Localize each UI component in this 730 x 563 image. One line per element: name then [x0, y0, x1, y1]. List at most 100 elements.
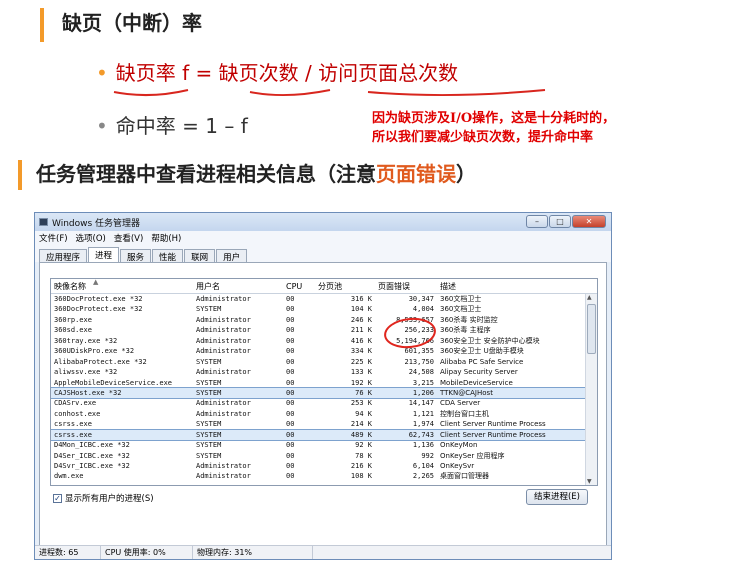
status-cpu-usage: CPU 使用率: 0%: [101, 546, 193, 559]
heading2-accent-bar: [18, 160, 22, 190]
formula-hit-rate: 命中率 = 1 – f: [115, 114, 248, 138]
cell-description: 桌面窗口管理器: [440, 472, 489, 481]
cell-image-name: 360DocProtect.exe *32: [54, 305, 143, 314]
cell-page-faults: 992: [421, 451, 434, 460]
table-row[interactable]: AlibabaProtect.exe *32 SYSTEM 00 225 K 213,7…: [51, 357, 597, 367]
menu-help[interactable]: 帮助(H): [151, 232, 181, 244]
cell-user-name: SYSTEM: [196, 388, 222, 397]
bullet-dot: •: [96, 61, 108, 85]
sort-arrow-icon: ▲: [93, 278, 99, 286]
bullet-dot: •: [96, 114, 108, 138]
table-row[interactable]: 360DocProtect.exe *32 SYSTEM 00 104 K 4,004 3…: [51, 304, 597, 314]
cell-user-name: Administrator: [196, 347, 251, 356]
table-row[interactable]: AppleMobileDeviceService.exe SYSTEM 00 192 …: [51, 378, 597, 388]
status-process-count: 进程数: 65: [35, 546, 101, 559]
status-memory: 物理内存: 31%: [193, 546, 313, 559]
cell-page-faults: 6,104: [412, 462, 434, 470]
show-all-checkbox[interactable]: ✓: [53, 493, 62, 503]
table-row[interactable]: 360UDiskPro.exe *32 Administrator 00 334 K6…: [51, 346, 597, 356]
cell-page-faults: 4,004: [412, 305, 434, 314]
minimize-icon[interactable]: –: [526, 215, 548, 228]
cell-paged-pool: 253 K: [350, 399, 372, 408]
cell-paged-pool: 133 K: [350, 368, 372, 377]
tab-processes[interactable]: 进程: [88, 247, 120, 262]
cell-cpu: 00: [286, 326, 295, 335]
cell-user-name: Administrator: [196, 295, 251, 303]
cell-image-name: D4Svr_ICBC.exe *32: [54, 462, 130, 470]
table-row[interactable]: D4Ser_ICBC.exe *32 SYSTEM 00 78 K 992 OnKeySe…: [51, 451, 597, 461]
table-row[interactable]: D4Mon_ICBC.exe *32 SYSTEM 00 92 K 1,136 OnKey…: [51, 440, 597, 450]
heading2-prefix: 任务管理器中查看进程相关信息（注意: [36, 162, 376, 186]
cell-description: OnKeySvr: [440, 462, 475, 470]
cell-user-name: SYSTEM: [196, 378, 222, 387]
table-row[interactable]: CDASrv.exe Administrator 00 253 K 14,147 CDA …: [51, 398, 597, 408]
column-page-faults[interactable]: 页面错误: [375, 281, 437, 292]
cell-paged-pool: 108 K: [350, 472, 372, 481]
cell-paged-pool: 334 K: [350, 347, 372, 356]
cell-user-name: Administrator: [196, 315, 251, 324]
table-row[interactable]: csrss.exe SYSTEM 00 489 K 62,743 Client Serve…: [51, 428, 597, 442]
cell-description: TTKN@CAJHost: [440, 388, 493, 397]
cell-page-faults: 1,136: [412, 441, 434, 450]
heading1-accent-bar: [40, 8, 44, 42]
cell-cpu: 00: [286, 378, 295, 387]
tab-services[interactable]: 服务: [120, 249, 152, 263]
cell-page-faults: 3,215: [412, 378, 434, 387]
note-line-1: 因为缺页涉及I/O操作，这是十分耗时的，: [372, 111, 616, 126]
cell-page-faults: 213,750: [404, 357, 434, 366]
column-image-name[interactable]: 映像名称: [51, 281, 193, 292]
menu-file[interactable]: 文件(F): [39, 232, 68, 244]
scroll-down-icon[interactable]: ▼: [587, 478, 592, 485]
cell-cpu: 00: [286, 462, 295, 470]
table-row[interactable]: dwm.exe Administrator 00 108 K 2,265 桌面窗口管理器: [51, 471, 597, 481]
tab-applications[interactable]: 应用程序: [39, 249, 88, 263]
process-table: ▲ 映像名称 用户名 CPU 分页池 页面错误 描述 360DocProtect…: [50, 278, 598, 486]
table-row[interactable]: 360sd.exe Administrator 00 211 K 256,233 360杀…: [51, 325, 597, 335]
table-row[interactable]: D4Svr_ICBC.exe *32 Administrator 00 216 K 6,…: [51, 461, 597, 471]
cell-description: 360文档卫士: [440, 305, 482, 314]
cell-page-faults: 1,121: [412, 409, 434, 418]
cell-cpu: 00: [286, 336, 295, 345]
cell-user-name: Administrator: [196, 409, 251, 418]
table-row[interactable]: aliwssv.exe *32 Administrator 00 133 K 24,50…: [51, 367, 597, 377]
cell-paged-pool: 76 K: [355, 388, 372, 397]
cell-cpu: 00: [286, 420, 295, 429]
cell-cpu: 00: [286, 315, 295, 324]
column-cpu[interactable]: CPU: [283, 282, 315, 291]
column-paged-pool[interactable]: 分页池: [315, 281, 375, 292]
table-row[interactable]: CAJSHost.exe *32 SYSTEM 00 76 K 1,206 TTKN@CA…: [51, 386, 597, 400]
table-row[interactable]: csrss.exe SYSTEM 00 214 K 1,974 Client Server…: [51, 419, 597, 429]
cell-description: MobileDeviceService: [440, 378, 513, 387]
cell-image-name: 360rp.exe: [54, 315, 92, 324]
cell-image-name: D4Ser_ICBC.exe *32: [54, 451, 130, 460]
window-title: Windows 任务管理器: [52, 218, 141, 229]
column-user-name[interactable]: 用户名: [193, 281, 283, 292]
vertical-scrollbar[interactable]: ▲ ▼: [585, 294, 597, 485]
cell-image-name: dwm.exe: [54, 472, 84, 481]
cell-cpu: 00: [286, 472, 295, 481]
close-icon[interactable]: ✕: [572, 215, 606, 228]
maximize-icon[interactable]: □: [549, 215, 571, 228]
cell-user-name: Administrator: [196, 462, 251, 470]
column-description[interactable]: 描述: [437, 281, 587, 292]
cell-paged-pool: 216 K: [350, 462, 372, 470]
menu-view[interactable]: 查看(V): [114, 232, 143, 244]
app-icon: [39, 218, 48, 226]
end-process-button[interactable]: 结束进程(E): [526, 489, 588, 505]
table-row[interactable]: 360rp.exe Administrator 00 246 K 8,533,657 36…: [51, 315, 597, 325]
table-row[interactable]: 360DocProtect.exe *32 Administrator 00 316 …: [51, 294, 597, 304]
cell-image-name: D4Mon_ICBC.exe *32: [54, 441, 130, 450]
tab-networking[interactable]: 联网: [184, 249, 216, 263]
bullet-miss-rate: • 缺页率 f = 缺页次数 / 访问页面总次数: [96, 59, 458, 87]
tab-users[interactable]: 用户: [216, 249, 248, 263]
note-line-2: 所以我们要减少缺页次数，提升命中率: [372, 130, 594, 145]
window-titlebar: Windows 任务管理器 – □ ✕: [35, 213, 611, 231]
cell-image-name: 360sd.exe: [54, 326, 92, 335]
tab-performance[interactable]: 性能: [152, 249, 184, 263]
table-row[interactable]: 360tray.exe *32 Administrator 00 416 K 5,194…: [51, 336, 597, 346]
menu-options[interactable]: 选项(O): [76, 232, 106, 244]
table-row[interactable]: conhost.exe Administrator 00 94 K 1,121 控制台窗口…: [51, 409, 597, 419]
scroll-up-icon[interactable]: ▲: [587, 294, 592, 301]
show-all-processes[interactable]: ✓ 显示所有用户的进程(S): [53, 492, 154, 504]
scroll-thumb[interactable]: [587, 304, 596, 354]
